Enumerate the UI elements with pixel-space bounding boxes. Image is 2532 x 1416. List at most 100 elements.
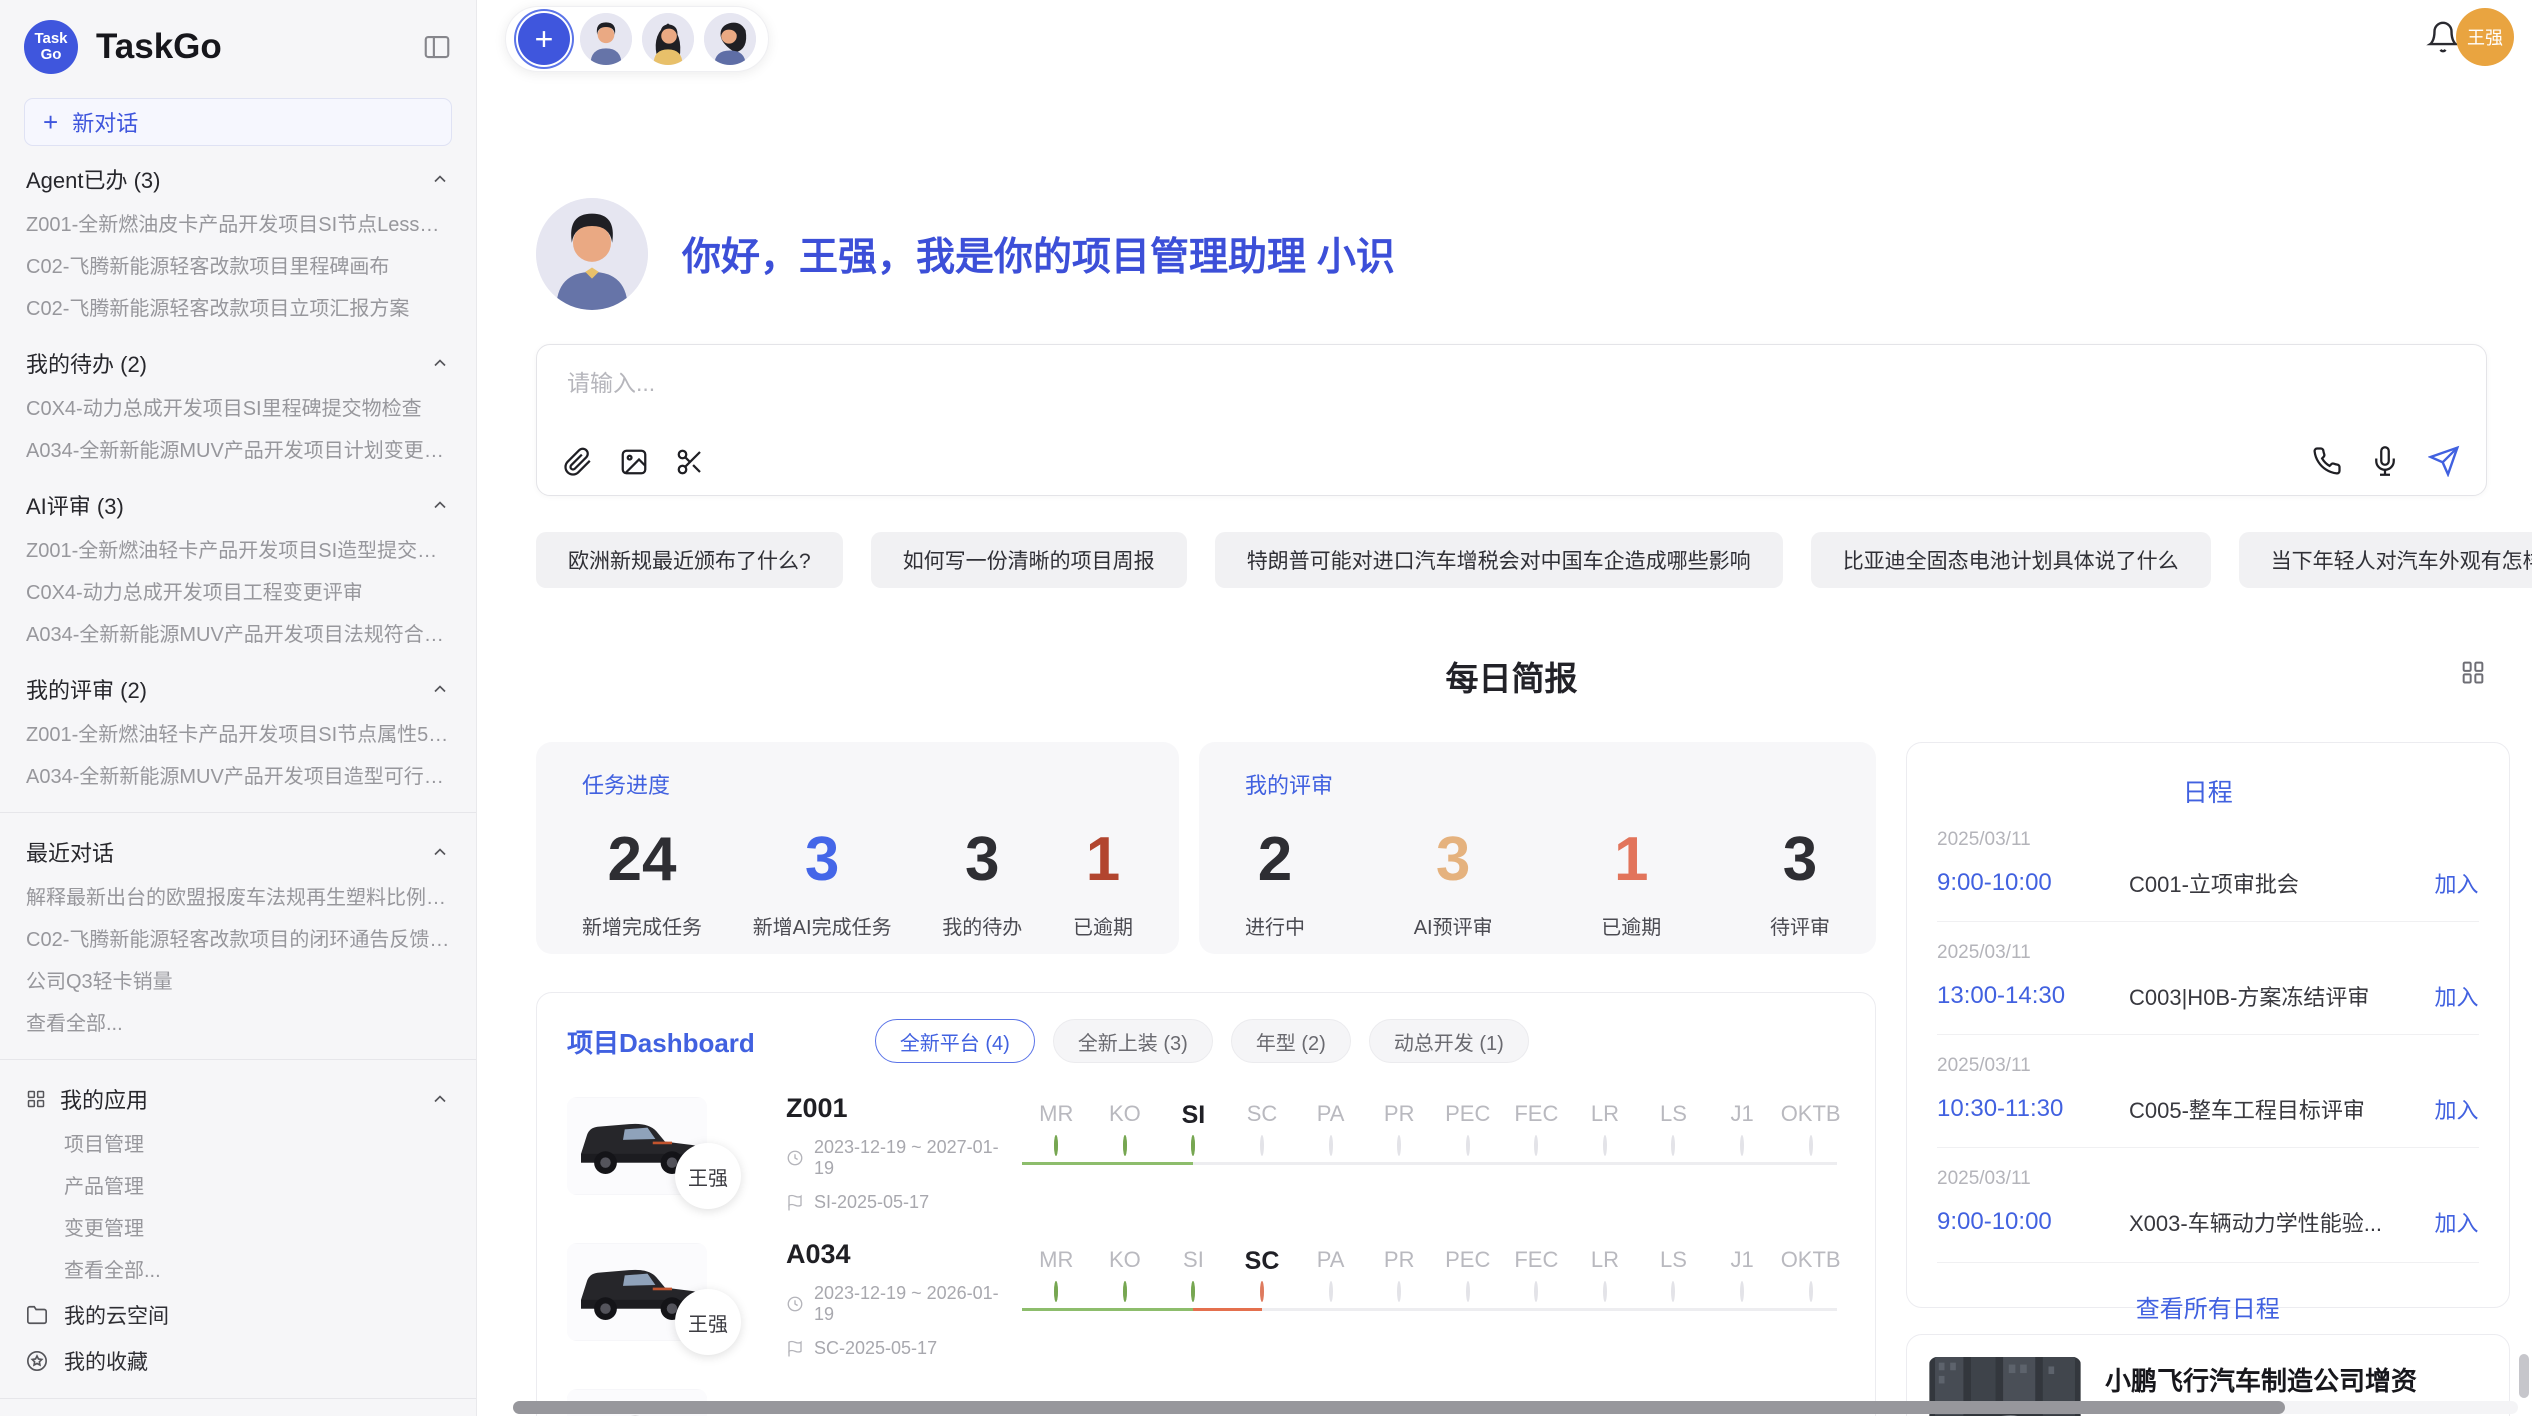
- join-link[interactable]: 加入: [2435, 1093, 2479, 1125]
- sidebar-item[interactable]: C02-飞腾新能源轻客改款项目立项汇报方案: [0, 288, 476, 330]
- horizontal-scrollbar-thumb[interactable]: [513, 1401, 2285, 1414]
- suggestion-chip[interactable]: 当下年轻人对汽车外观有怎样的喜好趋势: [2239, 532, 2532, 588]
- view-all-schedule-link[interactable]: 查看所有日程: [1937, 1262, 2479, 1324]
- view-all-apps[interactable]: 查看全部...: [0, 1250, 476, 1292]
- sidebar-item[interactable]: A034-全新新能源MUV产品开发项目计划变更表编写: [0, 430, 476, 472]
- flag-icon: [786, 1340, 804, 1358]
- section-header-ai-review[interactable]: AI评审 (3): [0, 480, 476, 530]
- project-code: A034: [786, 1239, 1016, 1270]
- chat-input[interactable]: [565, 369, 2458, 398]
- project-dates: 2023-12-19 ~ 2027-01-19: [814, 1137, 1016, 1179]
- vertical-scrollbar-thumb[interactable]: [2519, 1354, 2529, 1398]
- suggestion-chip[interactable]: 比亚迪全固态电池计划具体说了什么: [1811, 532, 2211, 588]
- sidebar-item[interactable]: 公司Q3轻卡销量: [0, 961, 476, 1003]
- project-owner-badge: 王强: [675, 1143, 741, 1209]
- milestone-dot: [1809, 1135, 1813, 1156]
- scissors-icon[interactable]: [675, 447, 705, 477]
- cloud-space-label: 我的云空间: [64, 1300, 169, 1330]
- milestone-dot: [1603, 1135, 1607, 1156]
- sidebar-item[interactable]: 解释最新出台的欧盟报废车法规再生塑料比例被调至15%...: [0, 877, 476, 919]
- app-item-product-mgmt[interactable]: 产品管理: [0, 1166, 476, 1208]
- chevron-up-icon: [430, 353, 450, 373]
- section-label: AI评审 (3): [26, 489, 124, 521]
- schedule-entry: 2025/03/11 13:00-14:30 C003|H0B-方案冻结评审 加…: [1937, 921, 2479, 1034]
- sidebar-item[interactable]: Z001-全新燃油皮卡产品开发项目SI节点Lesson Learn报告: [0, 204, 476, 246]
- milestone-dot-done: [1191, 1281, 1195, 1302]
- chat-input-card: [536, 344, 2487, 496]
- section-header-my-apps[interactable]: 我的应用: [0, 1074, 476, 1124]
- sidebar-item[interactable]: C0X4-动力总成开发项目SI里程碑提交物检查: [0, 388, 476, 430]
- tab-model-year[interactable]: 年型 (2): [1231, 1019, 1351, 1063]
- task-progress-card: 任务进度 24 新增完成任务 3 新增AI完成任务: [536, 742, 1179, 954]
- suggestion-chip[interactable]: 如何写一份清晰的项目周报: [871, 532, 1187, 588]
- tab-powertrain[interactable]: 动总开发 (1): [1369, 1019, 1529, 1063]
- milestone-dot: [1466, 1135, 1470, 1156]
- project-row-a034[interactable]: 王强 A034 2023-12-19 ~ 2026-01-19 SC-2025-…: [567, 1243, 1845, 1355]
- dashboard-title: 项目Dashboard: [567, 1023, 755, 1060]
- plus-icon: +: [43, 109, 58, 135]
- phone-icon[interactable]: [2312, 446, 2342, 476]
- sidebar-item[interactable]: C0X4-动力总成开发项目工程变更评审: [0, 572, 476, 614]
- layout-grid-icon[interactable]: [2459, 658, 2487, 691]
- entry-title: C005-整车工程目标评审: [2129, 1093, 2423, 1125]
- sidebar-item[interactable]: Z001-全新燃油轻卡产品开发项目SI节点属性5D文件评审: [0, 714, 476, 756]
- milestone-dot: [1534, 1281, 1538, 1302]
- project-row-z001[interactable]: 王强 Z001 2023-12-19 ~ 2027-01-19 SI-2025-…: [567, 1097, 1845, 1209]
- view-all-chats[interactable]: 查看全部...: [0, 1003, 476, 1045]
- paperclip-icon[interactable]: [563, 447, 593, 477]
- dashboard-tabs: 全新平台 (4) 全新上装 (3) 年型 (2) 动总开发 (1): [875, 1019, 1529, 1063]
- tab-new-platform[interactable]: 全新平台 (4): [875, 1019, 1035, 1063]
- image-icon[interactable]: [619, 447, 649, 477]
- sidebar-item-favorites[interactable]: 我的收藏: [0, 1338, 476, 1384]
- card-title: 任务进度: [582, 768, 1133, 800]
- app-item-change-mgmt[interactable]: 变更管理: [0, 1208, 476, 1250]
- logo-row: Task Go TaskGo: [0, 16, 476, 78]
- entry-title: C003|H0B-方案冻结评审: [2129, 980, 2423, 1012]
- entry-time: 9:00-10:00: [1937, 1208, 2129, 1236]
- sidebar-item[interactable]: C02-飞腾新能源轻客改款项目的闭环通告反馈情况: [0, 919, 476, 961]
- apps-grid-icon: [26, 1089, 46, 1109]
- join-link[interactable]: 加入: [2435, 867, 2479, 899]
- section-header-agent-done[interactable]: Agent已办 (3): [0, 154, 476, 204]
- horizontal-scrollbar[interactable]: [513, 1401, 2518, 1414]
- join-link[interactable]: 加入: [2435, 980, 2479, 1012]
- chevron-up-icon: [430, 1089, 450, 1109]
- assistant-avatar: [536, 198, 648, 310]
- milestone-dot: [1329, 1135, 1333, 1156]
- milestone-dot-done: [1054, 1135, 1058, 1156]
- milestone-dot: [1397, 1135, 1401, 1156]
- input-attachments: [563, 447, 705, 477]
- sidebar-item[interactable]: A034-全新新能源MUV产品开发项目法规符合性评审: [0, 614, 476, 656]
- suggestion-chips: 欧洲新规最近颁布了什么? 如何写一份清晰的项目周报 特朗普可能对进口汽车增税会对…: [536, 532, 2487, 588]
- project-flag: SC-2025-05-17: [814, 1338, 937, 1359]
- section-label: Agent已办 (3): [26, 163, 161, 195]
- send-icon[interactable]: [2428, 445, 2460, 477]
- app-item-project-mgmt[interactable]: 项目管理: [0, 1124, 476, 1166]
- suggestion-chip[interactable]: 欧洲新规最近颁布了什么?: [536, 532, 843, 588]
- project-dates: 2023-12-19 ~ 2026-01-19: [814, 1283, 1016, 1325]
- sidebar-item[interactable]: A034-全新新能源MUV产品开发项目造型可行性评审: [0, 756, 476, 798]
- divider: [0, 812, 476, 813]
- microphone-icon[interactable]: [2370, 446, 2400, 476]
- suggestion-chip[interactable]: 特朗普可能对进口汽车增税会对中国车企造成哪些影响: [1215, 532, 1783, 588]
- milestone-track: MR KO SI SC PA PR PEC FEC LR LS J1: [1022, 1101, 1845, 1205]
- daily-brief-header: 每日简报: [536, 652, 2487, 700]
- greeting-block: 你好，王强，我是你的项目管理助理 小识: [536, 0, 2487, 310]
- section-header-recent-chats[interactable]: 最近对话: [0, 827, 476, 877]
- sidebar-item-cloud-space[interactable]: 我的云空间: [0, 1292, 476, 1338]
- chevron-up-icon: [430, 842, 450, 862]
- join-link[interactable]: 加入: [2435, 1206, 2479, 1238]
- tab-new-body[interactable]: 全新上装 (3): [1053, 1019, 1213, 1063]
- milestone-dot: [1671, 1135, 1675, 1156]
- collapse-sidebar-icon[interactable]: [422, 32, 452, 62]
- new-chat-button[interactable]: + 新对话: [24, 98, 452, 146]
- milestone-dot: [1603, 1281, 1607, 1302]
- stat-overdue: 1 已逾期: [1073, 824, 1133, 940]
- milestone-dot: [1740, 1281, 1744, 1302]
- sidebar-item[interactable]: C02-飞腾新能源轻客改款项目里程碑画布: [0, 246, 476, 288]
- main-area: + 王强 你好，王强，我是你的项目管理助理 小识: [477, 0, 2532, 1416]
- section-header-my-todo[interactable]: 我的待办 (2): [0, 338, 476, 388]
- daily-brief-title: 每日简报: [1446, 660, 1578, 697]
- sidebar-item[interactable]: Z001-全新燃油轻卡产品开发项目SI造型提交物评审: [0, 530, 476, 572]
- section-header-my-review[interactable]: 我的评审 (2): [0, 664, 476, 714]
